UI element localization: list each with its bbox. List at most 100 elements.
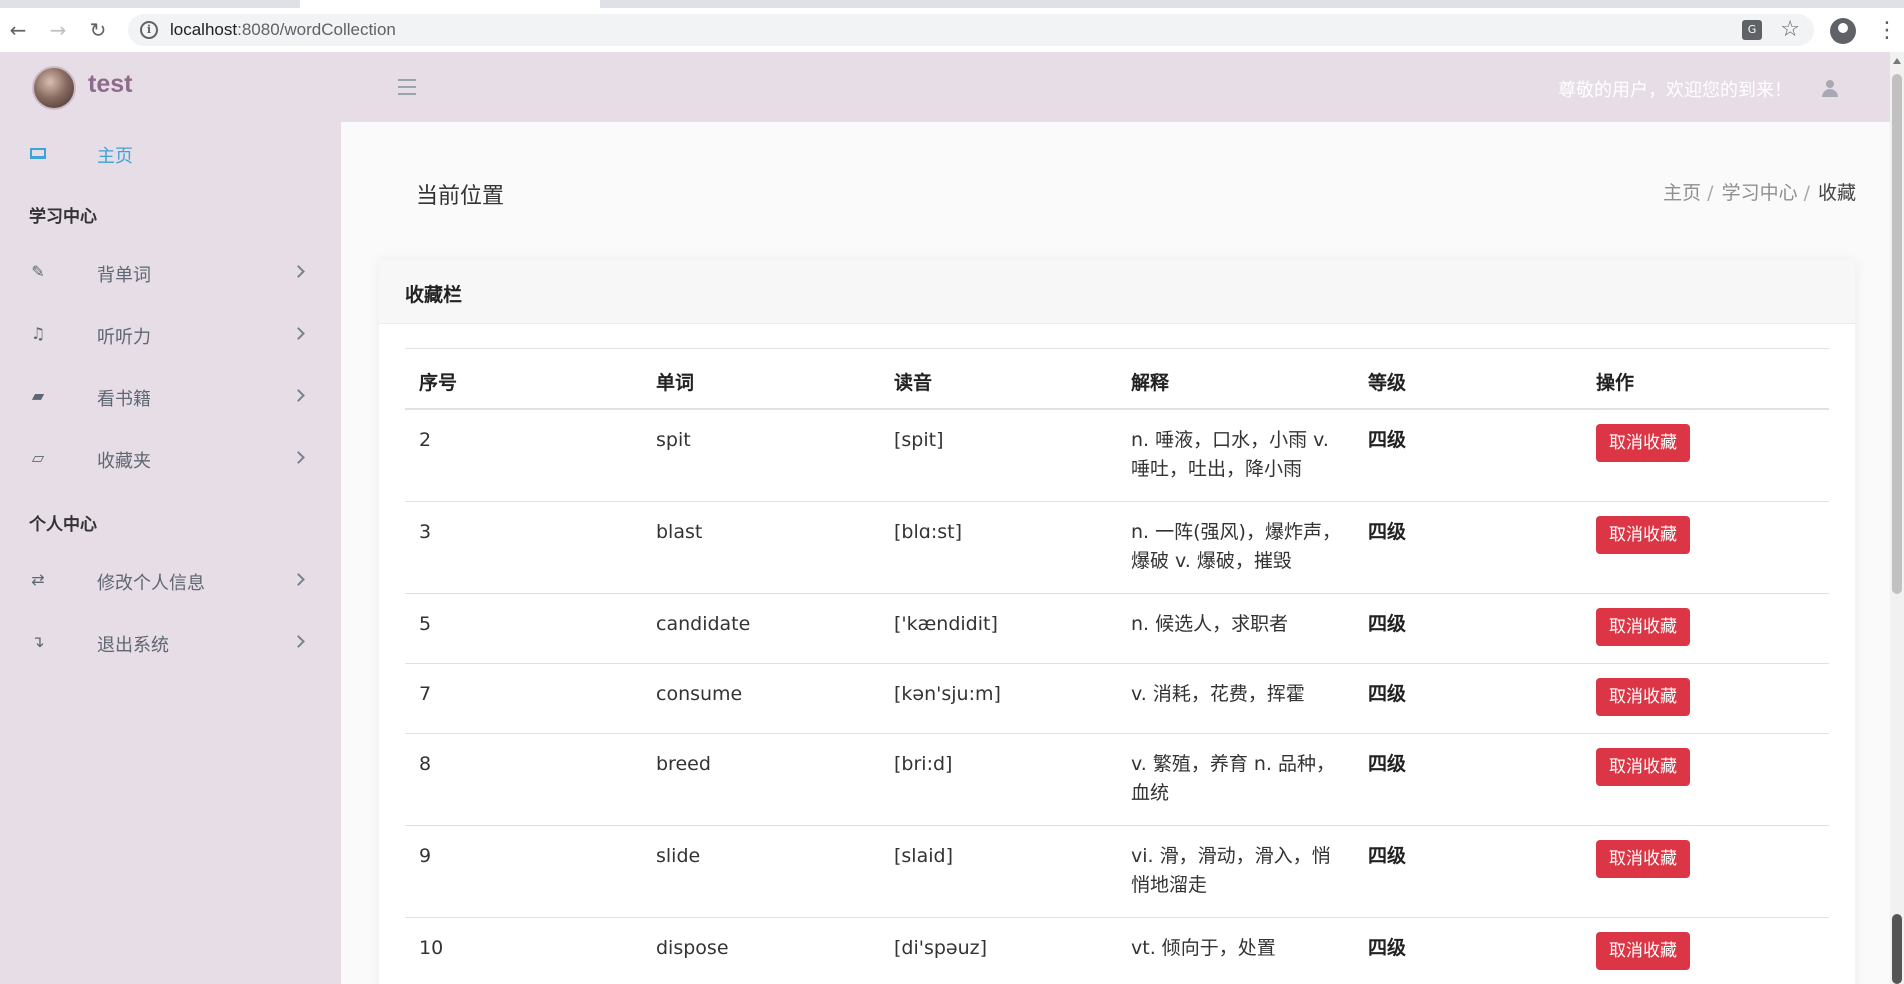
table-header: 序号 单词 读音 解释 等级 操作 bbox=[405, 348, 1829, 410]
sidebar-section-personal: 个人中心 bbox=[29, 515, 97, 535]
edit-icon: ✎ bbox=[31, 262, 45, 281]
address-bar[interactable]: i localhost:8080/wordCollection G ☆ bbox=[128, 14, 1814, 46]
column-header-definition: 解释 bbox=[1131, 372, 1170, 394]
table-row: 3 blast [blɑ:st] n. 一阵(强风)，爆炸声，爆破 v. 爆破，… bbox=[405, 502, 1829, 594]
sidebar-item-books[interactable]: ▰ 看书籍 bbox=[0, 376, 341, 416]
active-tab[interactable] bbox=[300, 0, 600, 8]
back-arrow-icon[interactable]: ← bbox=[4, 16, 32, 44]
scrollbar-thumb[interactable] bbox=[1892, 74, 1902, 594]
cell-id: 7 bbox=[419, 683, 432, 705]
scroll-up-arrow-icon[interactable] bbox=[1893, 58, 1901, 64]
translate-icon[interactable]: G bbox=[1742, 20, 1762, 40]
star-icon[interactable]: ☆ bbox=[1780, 17, 1800, 42]
chevron-right-icon bbox=[292, 389, 305, 402]
cell-level: 四级 bbox=[1368, 683, 1407, 705]
cell-phonetic: [di'spəuz] bbox=[894, 937, 988, 959]
avatar bbox=[32, 66, 76, 110]
profile-icon[interactable] bbox=[1830, 18, 1856, 44]
sign-out-icon: ↴ bbox=[31, 632, 45, 651]
breadcrumb-home[interactable]: 主页 bbox=[1663, 182, 1701, 204]
sidebar-item-edit-profile[interactable]: ⇄ 修改个人信息 bbox=[0, 560, 341, 600]
cell-phonetic: [slaid] bbox=[894, 845, 953, 867]
app-header: test 尊敬的用户，欢迎您的到来！ bbox=[0, 52, 1890, 122]
uncollect-button[interactable]: 取消收藏 bbox=[1596, 516, 1690, 554]
sidebar-item-home[interactable]: 主页 bbox=[0, 136, 341, 172]
cell-phonetic: [blɑ:st] bbox=[894, 521, 962, 543]
table-row: 9 slide [slaid] vi. 滑，滑动，滑入，悄悄地溜走 四级 取消收… bbox=[405, 826, 1829, 918]
cell-phonetic: ['kændidit] bbox=[894, 613, 998, 635]
sidebar-item-listening[interactable]: ♫ 听听力 bbox=[0, 314, 341, 354]
sidebar-item-label: 背单词 bbox=[97, 265, 151, 286]
cell-phonetic: [kən'sju:m] bbox=[894, 683, 1001, 705]
cell-definition: n. 唾液，口水，小雨 v. 唾吐，吐出，降小雨 bbox=[1131, 429, 1329, 480]
favorites-card: 收藏栏 序号 单词 读音 解释 等级 操作 2 spit [spit] n. 唾… bbox=[379, 260, 1855, 984]
uncollect-button[interactable]: 取消收藏 bbox=[1596, 932, 1690, 970]
welcome-text: 尊敬的用户，欢迎您的到来！ bbox=[1558, 80, 1792, 101]
cell-definition: n. 候选人，求职者 bbox=[1131, 613, 1289, 635]
sidebar-item-label: 收藏夹 bbox=[97, 451, 151, 472]
breadcrumb-current: 收藏 bbox=[1817, 182, 1856, 204]
uncollect-button[interactable]: 取消收藏 bbox=[1596, 840, 1690, 878]
cell-definition: v. 消耗，花费，挥霍 bbox=[1131, 683, 1305, 705]
sidebar-item-logout[interactable]: ↴ 退出系统 bbox=[0, 622, 341, 662]
cell-definition: n. 一阵(强风)，爆炸声，爆破 v. 爆破，摧毁 bbox=[1131, 521, 1341, 572]
cell-id: 2 bbox=[419, 429, 432, 451]
uncollect-button[interactable]: 取消收藏 bbox=[1596, 678, 1690, 716]
sidebar-item-label: 听听力 bbox=[97, 327, 151, 348]
page-title: 当前位置 bbox=[416, 184, 505, 209]
column-header-phonetic: 读音 bbox=[894, 372, 933, 394]
chevron-right-icon bbox=[292, 265, 305, 278]
column-header-id: 序号 bbox=[419, 372, 458, 394]
laptop-icon bbox=[30, 148, 46, 159]
forward-arrow-icon[interactable]: → bbox=[44, 16, 72, 44]
cell-level: 四级 bbox=[1368, 845, 1407, 867]
chevron-right-icon bbox=[292, 573, 305, 586]
chevron-right-icon bbox=[292, 451, 305, 464]
breadcrumb: 主页 / 学习中心 / 收藏 bbox=[1663, 182, 1856, 204]
table-row: 8 breed [bri:d] v. 繁殖，养育 n. 品种，血统 四级 取消收… bbox=[405, 734, 1829, 826]
cell-id: 9 bbox=[419, 845, 432, 867]
browser-toolbar: ← → ↻ i localhost:8080/wordCollection G … bbox=[0, 8, 1904, 52]
breadcrumb-study-center[interactable]: 学习中心 bbox=[1722, 182, 1798, 204]
url-host: localhost bbox=[170, 20, 238, 39]
cell-phonetic: [spit] bbox=[894, 429, 944, 451]
table-row: 7 consume [kən'sju:m] v. 消耗，花费，挥霍 四级 取消收… bbox=[405, 664, 1829, 734]
chevron-right-icon bbox=[292, 327, 305, 340]
card-header: 收藏栏 bbox=[379, 260, 1855, 324]
sidebar-item-favorites[interactable]: ▱ 收藏夹 bbox=[0, 438, 341, 478]
main-content: 当前位置 主页 / 学习中心 / 收藏 收藏栏 序号 单词 读音 解释 等级 操作 2 … bbox=[341, 122, 1890, 984]
column-header-word: 单词 bbox=[656, 372, 695, 394]
brand-name: test bbox=[88, 70, 133, 98]
cell-word: consume bbox=[656, 683, 743, 705]
uncollect-button[interactable]: 取消收藏 bbox=[1596, 608, 1690, 646]
user-icon[interactable] bbox=[1822, 80, 1838, 98]
cell-word: spit bbox=[656, 429, 691, 451]
cell-level: 四级 bbox=[1368, 753, 1407, 775]
hamburger-menu-icon[interactable] bbox=[398, 79, 416, 95]
sidebar-item-label: 修改个人信息 bbox=[97, 573, 205, 594]
sidebar-item-memorize-words[interactable]: ✎ 背单词 bbox=[0, 252, 341, 292]
kebab-menu-icon[interactable]: ⋮ bbox=[1876, 18, 1898, 44]
folder-open-icon: ▱ bbox=[31, 448, 45, 467]
sidebar-item-label: 主页 bbox=[97, 146, 133, 167]
uncollect-button[interactable]: 取消收藏 bbox=[1596, 748, 1690, 786]
column-header-level: 等级 bbox=[1368, 372, 1407, 394]
cell-level: 四级 bbox=[1368, 937, 1407, 959]
cell-word: blast bbox=[656, 521, 703, 543]
scrollbar-secondary-thumb[interactable] bbox=[1892, 914, 1902, 984]
site-info-icon[interactable]: i bbox=[140, 21, 158, 39]
uncollect-button[interactable]: 取消收藏 bbox=[1596, 424, 1690, 462]
cell-definition: vi. 滑，滑动，滑入，悄悄地溜走 bbox=[1131, 845, 1331, 896]
reload-icon[interactable]: ↻ bbox=[84, 16, 112, 44]
page-scrollbar[interactable] bbox=[1890, 52, 1904, 984]
chevron-right-icon bbox=[292, 635, 305, 648]
url-text[interactable]: localhost:8080/wordCollection bbox=[170, 20, 396, 40]
exchange-icon: ⇄ bbox=[31, 570, 45, 589]
card-title: 收藏栏 bbox=[405, 284, 463, 306]
column-header-action: 操作 bbox=[1596, 372, 1635, 394]
browser-tabstrip bbox=[0, 0, 1904, 8]
sidebar-item-label: 看书籍 bbox=[97, 389, 151, 410]
cell-word: candidate bbox=[656, 613, 751, 635]
cell-level: 四级 bbox=[1368, 613, 1407, 635]
headphones-icon: ♫ bbox=[30, 324, 46, 343]
